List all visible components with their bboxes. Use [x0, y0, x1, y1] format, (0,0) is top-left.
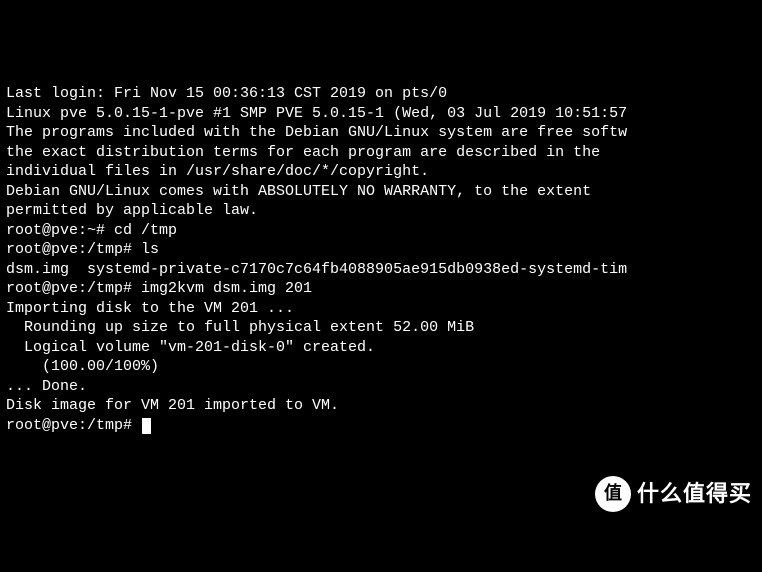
terminal-line: root@pve:/tmp# img2kvm dsm.img 201	[6, 279, 756, 299]
terminal-line: Disk image for VM 201 imported to VM.	[6, 396, 756, 416]
terminal-line: permitted by applicable law.	[6, 201, 756, 221]
terminal-prompt: root@pve:/tmp#	[6, 417, 141, 434]
cursor-icon	[142, 418, 151, 434]
terminal-line: ... Done.	[6, 377, 756, 397]
watermark-text: 什么值得买	[637, 480, 752, 509]
terminal-line: The programs included with the Debian GN…	[6, 123, 756, 143]
terminal-line: Last login: Fri Nov 15 00:36:13 CST 2019…	[6, 84, 756, 104]
terminal-line: Rounding up size to full physical extent…	[6, 318, 756, 338]
terminal-line: Debian GNU/Linux comes with ABSOLUTELY N…	[6, 182, 756, 202]
terminal-line: individual files in /usr/share/doc/*/cop…	[6, 162, 756, 182]
terminal-line: Linux pve 5.0.15-1-pve #1 SMP PVE 5.0.15…	[6, 104, 756, 124]
terminal-line: Logical volume "vm-201-disk-0" created.	[6, 338, 756, 358]
terminal-line: the exact distribution terms for each pr…	[6, 143, 756, 163]
terminal-output[interactable]: Last login: Fri Nov 15 00:36:13 CST 2019…	[6, 84, 756, 435]
watermark: 值 什么值得买	[595, 476, 752, 512]
terminal-prompt-line[interactable]: root@pve:/tmp#	[6, 416, 756, 436]
terminal-line: root@pve:/tmp# ls	[6, 240, 756, 260]
terminal-line: (100.00/100%)	[6, 357, 756, 377]
watermark-badge-icon: 值	[595, 476, 631, 512]
terminal-line: dsm.img systemd-private-c7170c7c64fb4088…	[6, 260, 756, 280]
terminal-line: Importing disk to the VM 201 ...	[6, 299, 756, 319]
terminal-line: root@pve:~# cd /tmp	[6, 221, 756, 241]
